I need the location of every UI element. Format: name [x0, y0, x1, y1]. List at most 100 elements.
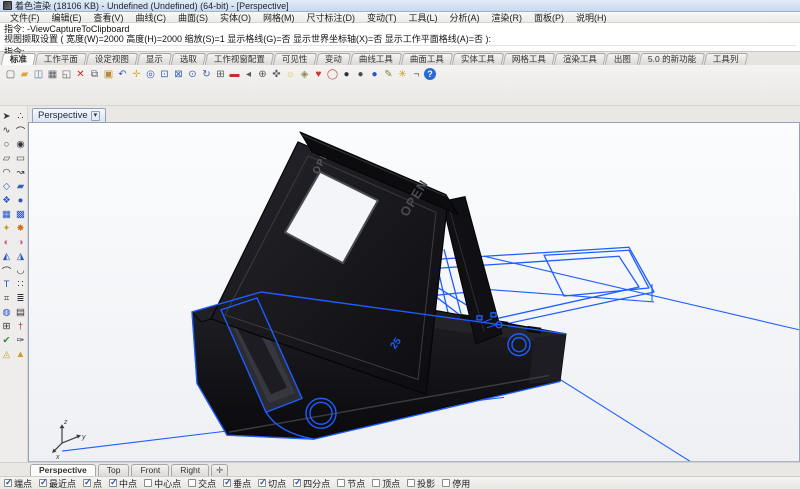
toolbar-icon[interactable]: ◯	[326, 67, 339, 81]
toolbar-tab[interactable]: 5.0 的新功能	[638, 53, 705, 65]
toolbar-icon[interactable]: ▰	[18, 67, 31, 81]
sidebar-tool-icon[interactable]: ◍	[0, 306, 13, 319]
sidebar-tool-icon[interactable]: ↝	[14, 166, 27, 179]
toolbar-icon[interactable]: ✜	[270, 67, 283, 81]
toolbar-icon[interactable]: ⊞	[214, 67, 227, 81]
toolbar-icon[interactable]: ¬	[410, 67, 423, 81]
toolbar-icon[interactable]: ↻	[200, 67, 213, 81]
toolbar-icon[interactable]: ●	[340, 67, 353, 81]
toolbar-icon[interactable]: ✕	[74, 67, 87, 81]
toolbar-tab[interactable]: 可见性	[273, 53, 317, 65]
sidebar-tool-icon[interactable]: ●	[14, 194, 27, 207]
sidebar-tool-icon[interactable]: †	[14, 320, 27, 333]
viewport-page-tab[interactable]: Top	[98, 464, 130, 476]
add-viewport-tab[interactable]: ✛	[211, 464, 228, 476]
scene-phone-stand[interactable]: OPEN OPEN	[29, 123, 799, 461]
toolbar-tab[interactable]: 网格工具	[502, 53, 555, 65]
toolbar-icon[interactable]: ▢	[4, 67, 17, 81]
sidebar-tool-icon[interactable]: ∷	[14, 278, 27, 291]
toolbar-icon[interactable]: ⊠	[172, 67, 185, 81]
osnap-toggle[interactable]: 停用	[442, 477, 470, 489]
menu-item[interactable]: 渲染(R)	[486, 11, 529, 24]
menu-item[interactable]: 说明(H)	[570, 11, 613, 24]
sidebar-tool-icon[interactable]: ✑	[14, 334, 27, 347]
toolbar-icon[interactable]: ✎	[382, 67, 395, 81]
menu-item[interactable]: 曲线(C)	[130, 11, 173, 24]
viewport-page-tab[interactable]: Perspective	[30, 464, 96, 476]
toolbar-tab[interactable]: 出图	[604, 53, 640, 65]
viewport-title-tab[interactable]: Perspective ▾	[32, 108, 106, 122]
sidebar-tool-icon[interactable]: ∴	[14, 110, 27, 123]
perspective-viewport[interactable]: OPEN OPEN	[28, 122, 800, 462]
osnap-toggle[interactable]: 中心点	[144, 477, 181, 489]
toolbar-tab[interactable]: 工作视窗配置	[205, 53, 275, 65]
toolbar-icon[interactable]: ◱	[60, 67, 73, 81]
sidebar-tool-icon[interactable]: ◑	[14, 236, 27, 249]
menu-item[interactable]: 变动(T)	[361, 11, 403, 24]
osnap-checkbox[interactable]	[83, 479, 91, 487]
toolbar-icon[interactable]: ✳	[396, 67, 409, 81]
osnap-toggle[interactable]: 投影	[407, 477, 435, 489]
osnap-checkbox[interactable]	[4, 479, 12, 487]
osnap-checkbox[interactable]	[109, 479, 117, 487]
toolbar-icon[interactable]: ▣	[102, 67, 115, 81]
osnap-checkbox[interactable]	[188, 479, 196, 487]
sidebar-tool-icon[interactable]: ▩	[14, 208, 27, 221]
toolbar-icon[interactable]: ●	[368, 67, 381, 81]
toolbar-tab[interactable]: 变动	[315, 53, 351, 65]
toolbar-tab[interactable]: 选取	[171, 53, 207, 65]
osnap-checkbox[interactable]	[407, 479, 415, 487]
viewport-page-tab[interactable]: Front	[131, 464, 169, 476]
viewport-page-tab[interactable]: Right	[171, 464, 209, 476]
toolbar-icon[interactable]: ◫	[32, 67, 45, 81]
menu-item[interactable]: 工具(L)	[403, 11, 444, 24]
toolbar-tab[interactable]: 渲染工具	[553, 53, 606, 65]
toolbar-tab[interactable]: 工作平面	[35, 53, 88, 65]
menu-item[interactable]: 实体(O)	[214, 11, 257, 24]
toolbar-icon[interactable]: ⊡	[158, 67, 171, 81]
osnap-toggle[interactable]: 切点	[258, 477, 286, 489]
toolbar-tab[interactable]: 标准	[1, 53, 37, 65]
osnap-toggle[interactable]: 端点	[4, 477, 32, 489]
toolbar-tab[interactable]: 曲面工具	[400, 53, 453, 65]
sidebar-tool-icon[interactable]: T	[0, 278, 13, 291]
sidebar-tool-icon[interactable]: ◡	[14, 264, 27, 277]
menu-item[interactable]: 尺寸标注(D)	[301, 11, 362, 24]
menu-item[interactable]: 文件(F)	[4, 11, 46, 24]
sidebar-tool-icon[interactable]: ◠	[0, 166, 13, 179]
osnap-checkbox[interactable]	[223, 479, 231, 487]
toolbar-icon[interactable]: ●	[354, 67, 367, 81]
toolbar-icon[interactable]: ▬	[228, 67, 241, 81]
toolbar-icon[interactable]: ↶	[116, 67, 129, 81]
osnap-checkbox[interactable]	[258, 479, 266, 487]
osnap-toggle[interactable]: 节点	[337, 477, 365, 489]
sidebar-tool-icon[interactable]: ∿	[0, 124, 13, 137]
osnap-checkbox[interactable]	[39, 479, 47, 487]
sidebar-tool-icon[interactable]: ○	[0, 138, 13, 151]
sidebar-tool-icon[interactable]: ◭	[0, 250, 13, 263]
toolbar-icon[interactable]: ◂	[242, 67, 255, 81]
sidebar-tool-icon[interactable]: ❖	[0, 194, 13, 207]
toolbar-icon[interactable]: ◎	[144, 67, 157, 81]
sidebar-tool-icon[interactable]: ◐	[0, 236, 13, 249]
toolbar-tab[interactable]: 实体工具	[451, 53, 504, 65]
toolbar-icon[interactable]: ☼	[284, 67, 297, 81]
sidebar-tool-icon[interactable]: ✔	[0, 334, 13, 347]
toolbar-tab[interactable]: 曲线工具	[349, 53, 402, 65]
toolbar-icon[interactable]: ⧉	[88, 67, 101, 81]
toolbar-icon[interactable]: ♥	[312, 67, 325, 81]
sidebar-tool-icon[interactable]: ✦	[0, 222, 13, 235]
menu-item[interactable]: 分析(A)	[444, 11, 486, 24]
sidebar-tool-icon[interactable]: ▱	[0, 152, 13, 165]
sidebar-tool-icon[interactable]: ⊞	[0, 320, 13, 333]
osnap-toggle[interactable]: 四分点	[293, 477, 330, 489]
toolbar-icon[interactable]: ✛	[130, 67, 143, 81]
sidebar-tool-icon[interactable]: ⌒	[14, 124, 27, 137]
osnap-toggle[interactable]: 顶点	[372, 477, 400, 489]
sidebar-tool-icon[interactable]: ▤	[14, 306, 27, 319]
osnap-toggle[interactable]: 中点	[109, 477, 137, 489]
osnap-checkbox[interactable]	[144, 479, 152, 487]
toolbar-icon[interactable]: ⊕	[256, 67, 269, 81]
osnap-toggle[interactable]: 最近点	[39, 477, 76, 489]
sidebar-tool-icon[interactable]: ◉	[14, 138, 27, 151]
